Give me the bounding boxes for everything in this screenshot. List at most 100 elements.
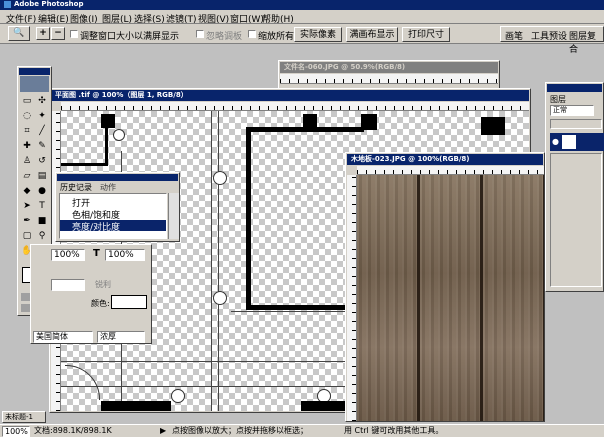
font-family-select[interactable]: 美国简体	[33, 331, 93, 343]
actual-pixels-button[interactable]: 实际像素	[294, 27, 342, 42]
plan-wall-block	[301, 401, 351, 411]
layers-blend-mode-value: 正常	[553, 106, 567, 114]
document-size-info: 文档:898.1K/898.1K	[34, 426, 112, 435]
brush-tool-icon[interactable]: ✎	[35, 139, 49, 153]
history-palette: 历史记录 动作 打开 色相/饱和度 亮度/对比度	[55, 172, 180, 242]
wood-ruler-top	[357, 166, 544, 175]
type-size-icon: T	[93, 248, 100, 259]
plan-column	[303, 114, 317, 130]
anti-alias-value: 锐利	[95, 280, 111, 289]
wood-title-text: 木地板-023.JPG @ 100%(RGB/8)	[351, 155, 470, 163]
leading-field[interactable]: 100%	[51, 249, 85, 261]
zoom-in-button[interactable]: +	[36, 27, 50, 40]
layers-palette-title	[547, 84, 602, 92]
zoom-all-checkbox[interactable]	[248, 30, 256, 38]
history-brush-icon[interactable]: ↺	[35, 154, 49, 168]
resize-windows-checkbox[interactable]	[70, 30, 78, 38]
magic-wand-icon[interactable]: ✦	[35, 109, 49, 123]
anti-alias-select[interactable]: 锐利	[95, 279, 145, 291]
notes-tool-icon[interactable]: ▢	[20, 229, 34, 243]
plan-wall-block	[101, 114, 115, 128]
fit-on-screen-button[interactable]: 满画布显示	[346, 27, 398, 42]
eye-icon[interactable]: ●	[552, 137, 559, 146]
lasso-tool-icon[interactable]: ◌	[20, 109, 34, 123]
floorplan-title-text: 平面图 .tif @ 100%（图层 1, RGB/8）	[55, 91, 188, 99]
minimized-document-button[interactable]: 未标题-1	[2, 411, 46, 423]
plan-thin-line	[61, 386, 351, 387]
options-bar: 🔍 + − 调整窗口大小以满屏显示 忽略调板 缩放所有窗口 实际像素 满画布显示…	[0, 24, 604, 55]
layers-list	[550, 153, 602, 287]
toolbox-logo	[20, 76, 49, 92]
palette-well-layer-comps[interactable]: 图层复合	[569, 29, 603, 55]
magnifier-icon: 🔍	[13, 28, 25, 38]
color-label: 颜色:	[91, 299, 110, 308]
plan-wall-block	[101, 401, 171, 411]
font-style-value: 浓厚	[100, 332, 116, 341]
stamp-tool-icon[interactable]: ♙	[20, 154, 34, 168]
layers-blend-mode-select[interactable]: 正常	[550, 105, 594, 116]
print-size-button[interactable]: 打印尺寸	[402, 27, 450, 42]
document-back-ruler	[280, 74, 498, 84]
palette-well: 画笔 工具预设 图层复合	[500, 26, 604, 55]
blur-tool-icon[interactable]: ◆	[20, 184, 34, 198]
resize-windows-label: 调整窗口大小以满屏显示	[80, 32, 180, 42]
history-item[interactable]: 色相/饱和度	[72, 208, 166, 221]
status-arrow-icon[interactable]: ▶	[160, 425, 166, 437]
menu-bar: 文件(F) 编辑(E) 图像(I) 图层(L) 选择(S) 滤镜(T) 视图(V…	[0, 10, 604, 25]
history-tab[interactable]: 历史记录	[60, 182, 92, 193]
document-window-wood[interactable]: 木地板-023.JPG @ 100%(RGB/8)	[345, 152, 545, 422]
plan-column	[361, 114, 377, 130]
plan-wall-line	[105, 128, 108, 166]
floorplan-title: 平面图 .tif @ 100%（图层 1, RGB/8）	[51, 90, 529, 101]
floorplan-ruler-top	[61, 102, 529, 111]
move-tool-icon[interactable]: ✣	[35, 94, 49, 108]
zoom-out-button[interactable]: −	[51, 27, 65, 40]
document-back-title: 文件名-060.JPG @ 50.9%(RGB/8)	[280, 62, 498, 73]
layers-tab[interactable]: 图层	[550, 94, 566, 105]
plan-fixture	[171, 389, 185, 403]
history-item-selected[interactable]: 亮度/对比度	[60, 220, 166, 233]
zoom-level-value: 100%	[5, 427, 28, 436]
type-tool-icon[interactable]: T	[35, 199, 49, 213]
plan-thin-line	[211, 111, 212, 411]
text-color-swatch[interactable]	[111, 295, 147, 309]
marquee-tool-icon[interactable]: ▭	[20, 94, 34, 108]
layers-palette: 图层 正常 ●	[545, 82, 604, 292]
layer-row[interactable]: ●	[550, 133, 604, 151]
status-bar: 100% 文档:898.1K/898.1K ▶ 点按图像以放大；点按并拖移以框选…	[0, 424, 604, 437]
minimized-document-label: 未标题-1	[5, 413, 33, 421]
pen-tool-icon[interactable]: ✒	[20, 214, 34, 228]
gradient-tool-icon[interactable]: ▤	[35, 169, 49, 183]
plan-wall-line	[61, 163, 108, 166]
eraser-tool-icon[interactable]: ▱	[20, 169, 34, 183]
slice-tool-icon[interactable]: ╱	[35, 124, 49, 138]
actions-tab[interactable]: 动作	[100, 182, 116, 193]
app-title-bar: Adobe Photoshop	[0, 0, 604, 10]
shape-tool-icon[interactable]: ■	[35, 214, 49, 228]
leading-value: 100%	[54, 250, 80, 260]
font-size-select[interactable]	[51, 279, 85, 291]
character-palette: 100% T 100% 锐利 颜色: 美国简体 浓厚	[30, 244, 152, 344]
palette-well-tool-presets[interactable]: 工具预设	[531, 29, 567, 42]
wood-title: 木地板-023.JPG @ 100%(RGB/8)	[347, 154, 543, 165]
wood-canvas[interactable]	[357, 175, 544, 421]
zoom-level-field[interactable]: 100%	[2, 426, 30, 437]
palette-well-brushes[interactable]: 画笔	[505, 29, 523, 42]
ignore-palettes-label: 忽略调板	[206, 32, 243, 42]
path-select-icon[interactable]: ➤	[20, 199, 34, 213]
plan-thin-line	[218, 111, 219, 411]
history-scrollbar[interactable]	[168, 193, 179, 239]
photoshop-app-icon	[4, 0, 11, 8]
healing-brush-icon[interactable]: ✚	[20, 139, 34, 153]
tracking-field[interactable]: 100%	[105, 249, 145, 261]
tracking-value: 100%	[108, 250, 134, 260]
plan-wall-thick	[246, 305, 356, 310]
crop-tool-icon[interactable]: ⌗	[20, 124, 34, 138]
zoom-tool-preset[interactable]: 🔍	[8, 26, 30, 41]
dodge-tool-icon[interactable]: ●	[35, 184, 49, 198]
history-item[interactable]: 打开	[72, 196, 166, 209]
font-style-select[interactable]: 浓厚	[97, 331, 145, 343]
eyedropper-icon[interactable]: ⚲	[35, 229, 49, 243]
layer-thumbnail	[562, 135, 576, 149]
ignore-palettes-checkbox[interactable]	[196, 30, 204, 38]
